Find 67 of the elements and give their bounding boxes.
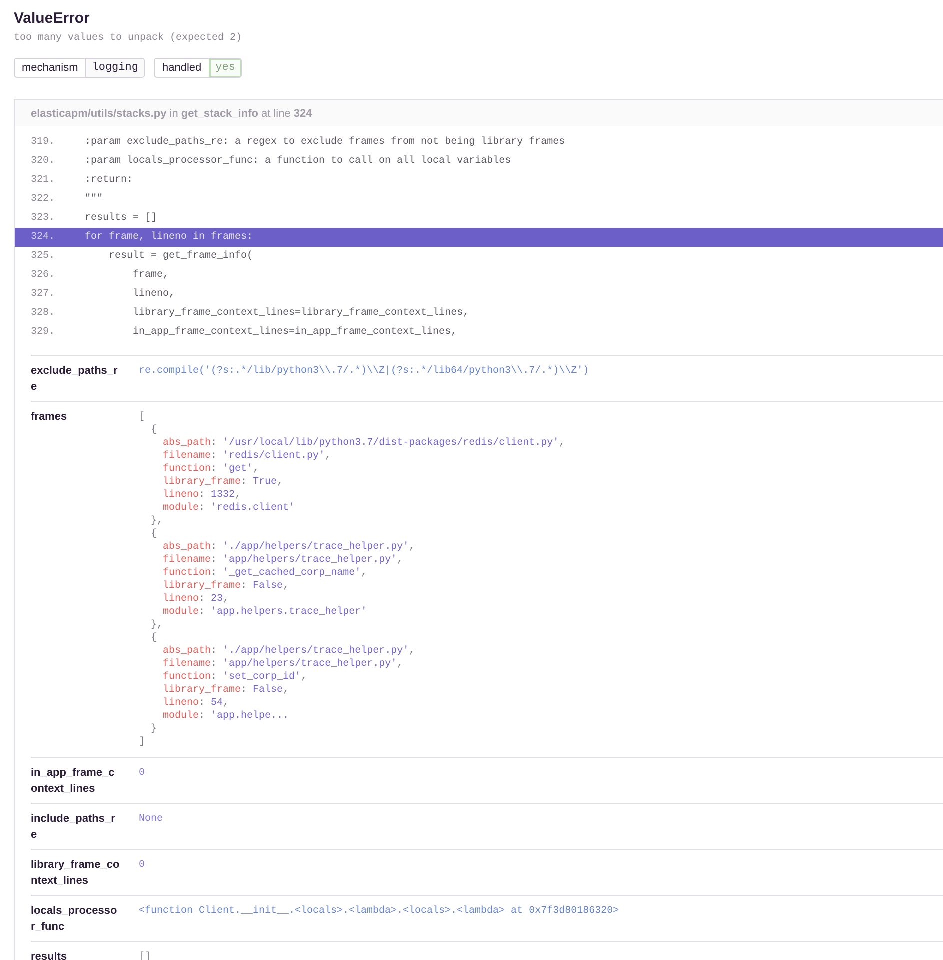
code-text: results = [] <box>84 212 158 226</box>
variable-value: 0 <box>139 858 146 872</box>
code-text: :return: <box>84 174 134 188</box>
line-number: 326. <box>31 269 56 283</box>
dict-entry: abs_path: '/usr/local/lib/python3.7/dist-packages/redis/client.py', <box>163 436 566 450</box>
dict-entry: module: 'app.helpers.trace_helper' <box>163 606 368 618</box>
code-text: :param locals_processor_func: a function to call on all local variables <box>84 154 512 169</box>
line-number: 320. <box>31 155 56 169</box>
line-number: 327. <box>31 288 56 302</box>
dict-bracket: }, <box>151 618 164 632</box>
code-text: lineno, <box>132 288 176 302</box>
error-message: too many values to unpack (expected 2) <box>14 33 244 45</box>
line-number: 324. <box>31 231 56 245</box>
code-text: :param exclude_paths_re: a regex to exclude frames from not being library frames <box>84 136 566 150</box>
dict-bracket: } <box>151 722 158 736</box>
frame-title: elasticapm/utils/stacks.py in get_stack_info at line 324 <box>31 108 312 120</box>
code-text: library_frame_context_lines=library_frame_context_lines, <box>132 306 470 321</box>
list-bracket: ] <box>139 736 146 748</box>
dict-entry: function: '_get_cached_corp_name', <box>163 566 368 580</box>
variable-name: frames <box>31 410 68 425</box>
tag-key: mechanism <box>15 59 86 77</box>
dict-entry: library_frame: False, <box>163 580 290 592</box>
variable-name: exclude_paths_re <box>31 364 119 395</box>
dict-entry: module: 'app.helpe... <box>163 710 290 722</box>
dict-bracket: { <box>151 424 158 436</box>
dict-entry: library_frame: False, <box>163 684 290 696</box>
dict-entry: filename: 'app/helpers/trace_helper.py', <box>163 658 404 670</box>
variable-value: None <box>139 812 164 826</box>
dict-entry: module: 'redis.client' <box>163 502 296 514</box>
tag-value: yes <box>208 59 242 77</box>
dict-entry: lineno: 1332, <box>163 488 242 502</box>
variable-name: include_paths_re <box>31 812 116 843</box>
variable-name: results <box>31 950 68 960</box>
list-bracket: [ <box>139 410 146 424</box>
dict-bracket: }, <box>151 514 164 528</box>
dict-entry: abs_path: './app/helpers/trace_helper.py', <box>163 540 416 554</box>
code-text: """ <box>84 192 104 207</box>
variable-value: 0 <box>139 766 146 780</box>
line-number: 321. <box>31 174 56 188</box>
line-number: 329. <box>31 326 56 340</box>
tag-value: logging <box>85 59 144 77</box>
code-text: result = get_frame_info( <box>108 250 254 264</box>
variable-name: library_frame_context_lines <box>31 858 121 889</box>
dict-bracket: { <box>151 632 158 644</box>
line-number: 328. <box>31 307 56 321</box>
tag-key: handled <box>155 59 209 77</box>
dict-entry: filename: 'redis/client.py', <box>163 450 332 462</box>
variable-name: in_app_frame_context_lines <box>31 766 116 797</box>
variable-name: locals_processor_func <box>31 904 118 935</box>
dict-entry: function: 'set_corp_id', <box>163 670 308 684</box>
dict-entry: abs_path: './app/helpers/trace_helper.py', <box>163 644 416 658</box>
dict-bracket: { <box>151 528 158 540</box>
dict-entry: lineno: 54, <box>163 696 230 710</box>
error-title: ValueError <box>14 10 91 28</box>
line-number: 319. <box>31 136 56 150</box>
line-number: 325. <box>31 250 56 264</box>
code-text: frame, <box>132 268 170 283</box>
code-text: in_app_frame_context_lines=in_app_frame_context_lines, <box>132 326 458 340</box>
dict-entry: library_frame: True, <box>163 476 284 488</box>
variable-value: re.compile('(?s:.*/lib/python3\\.7/.*)\\Z|(?s:.*/lib64/python3\\.7/.*)\\Z') <box>139 364 590 378</box>
dict-entry: lineno: 23, <box>163 592 230 606</box>
line-number: 322. <box>31 193 56 207</box>
variable-value: <function Client.__init__.<locals>.<lambda>.<locals>.<lambda> at 0x7f3d80186320> <box>139 904 620 918</box>
code-text: for frame, lineno in frames: <box>84 230 254 245</box>
dict-entry: function: 'get', <box>163 462 260 476</box>
line-number: 323. <box>31 212 56 226</box>
dict-entry: filename: 'app/helpers/trace_helper.py', <box>163 554 404 566</box>
